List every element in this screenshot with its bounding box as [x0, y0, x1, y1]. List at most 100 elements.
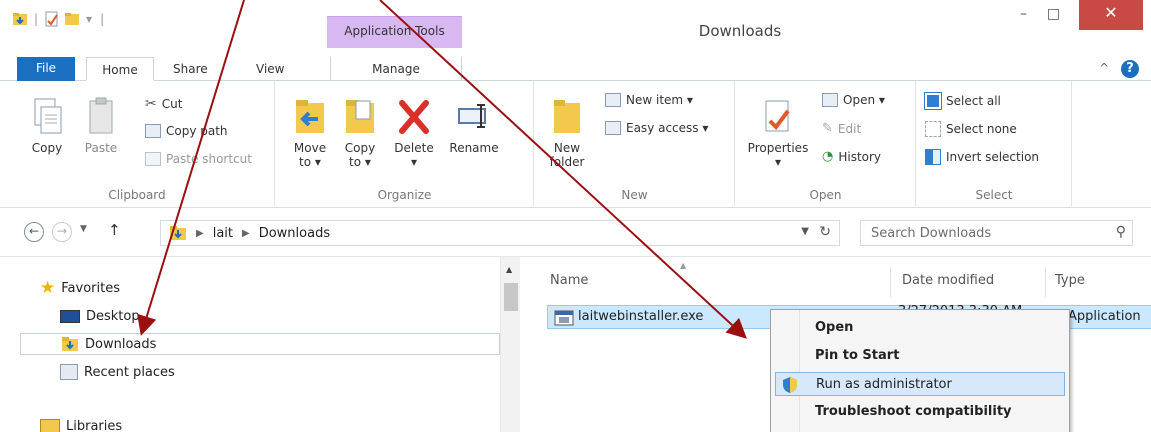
properties-icon[interactable]: [44, 11, 60, 27]
delete-label: Delete: [394, 141, 434, 155]
organize-group-label: Organize: [377, 188, 432, 202]
context-menu-item-run-as-administrator[interactable]: Run as administrator: [775, 372, 1065, 396]
copy-path-label: Copy path: [166, 124, 228, 138]
delete-dropdown-icon[interactable]: ▾: [411, 155, 417, 169]
select-group: Select all Select none Invert selection …: [917, 81, 1072, 206]
column-divider[interactable]: [890, 267, 891, 297]
rename-button[interactable]: Rename: [446, 97, 502, 155]
recent-locations-chevron-icon[interactable]: ▼: [80, 224, 87, 234]
new-folder-button[interactable]: New folder: [545, 97, 589, 169]
edit-button[interactable]: ✎ Edit: [822, 121, 861, 136]
column-header-name[interactable]: Name: [550, 273, 588, 288]
recent-places-icon: [60, 364, 78, 380]
nav-item-label: Favorites: [61, 280, 120, 296]
cut-button[interactable]: ✂ Cut: [145, 96, 182, 112]
nav-item-downloads[interactable]: Downloads: [20, 333, 500, 355]
star-icon: ★: [40, 278, 56, 298]
invert-selection-button[interactable]: Invert selection: [925, 149, 1039, 165]
context-menu-item-pin-to-start[interactable]: Pin to Start: [775, 344, 1065, 368]
move-to-folder-icon: [296, 100, 324, 133]
context-menu: Open Pin to Start Run as administrator T…: [770, 309, 1070, 432]
context-menu-item-open[interactable]: Open: [775, 316, 1065, 340]
tab-share[interactable]: Share: [173, 57, 208, 81]
downloads-folder-icon: [62, 337, 78, 351]
address-field[interactable]: ▶ lait ▶ Downloads ▼ ↻: [160, 220, 840, 246]
open-group-label: Open: [809, 188, 842, 202]
select-none-label: Select none: [946, 122, 1017, 136]
ribbon-help-area: ^ ?: [1099, 57, 1139, 81]
close-button[interactable]: ✕: [1079, 0, 1143, 30]
help-icon[interactable]: ?: [1121, 60, 1139, 78]
column-header-type[interactable]: Type: [1055, 273, 1085, 288]
qat-separator: |: [100, 12, 105, 26]
move-to-button[interactable]: Move to ▾: [288, 97, 332, 169]
qat-dropdown-icon[interactable]: ▾: [86, 12, 92, 26]
new-item-button[interactable]: New item ▾: [605, 93, 693, 107]
select-all-button[interactable]: Select all: [924, 92, 1001, 110]
file-type: Application: [1068, 309, 1141, 324]
installer-exe-icon: [554, 310, 574, 326]
column-divider[interactable]: [1045, 267, 1046, 297]
properties-label: Properties: [747, 141, 809, 155]
new-folder-icon[interactable]: [64, 11, 80, 27]
title-bar: | ▾ | Application Tools Downloads – □ ✕: [0, 0, 1151, 49]
nav-item-libraries[interactable]: Libraries: [40, 415, 520, 432]
maximize-button[interactable]: □: [1040, 0, 1067, 30]
nav-item-favorites[interactable]: ★ Favorites: [40, 277, 520, 299]
delete-button[interactable]: Delete ▾: [388, 97, 440, 169]
paste-shortcut-button[interactable]: Paste shortcut: [145, 152, 252, 166]
paste-label: Paste: [84, 141, 118, 155]
breadcrumb-separator-icon[interactable]: ▶: [196, 228, 204, 239]
nav-item-label: Recent places: [84, 364, 175, 380]
open-button[interactable]: Open ▾: [822, 93, 885, 107]
new-folder-label: New folder: [549, 141, 585, 169]
search-icon[interactable]: ⚲: [1116, 224, 1126, 240]
navpane-scrollbar[interactable]: ▲: [500, 257, 520, 432]
address-dropdown-icon[interactable]: ▼: [801, 226, 809, 237]
tab-view[interactable]: View: [256, 57, 284, 81]
paste-button[interactable]: Paste: [80, 97, 122, 155]
folder-icon[interactable]: [12, 11, 28, 27]
copy-to-button[interactable]: Copy to ▾: [340, 97, 380, 169]
minimize-button[interactable]: –: [1010, 0, 1037, 30]
quick-access-toolbar: | ▾ |: [12, 8, 106, 30]
address-bar-row: ← → ▼ ↑ ▶ lait ▶ Downloads ▼ ↻ Search Do…: [0, 208, 1151, 256]
paste-icon: [89, 97, 113, 134]
properties-dropdown-icon[interactable]: ▾: [775, 155, 781, 169]
copy-path-button[interactable]: Copy path: [145, 124, 228, 138]
select-all-icon: [924, 92, 942, 110]
search-placeholder: Search Downloads: [871, 226, 992, 241]
context-menu-item-troubleshoot-compatibility[interactable]: Troubleshoot compatibility: [775, 400, 1065, 424]
history-button[interactable]: ◔ History: [822, 149, 881, 164]
refresh-icon[interactable]: ↻: [819, 224, 831, 240]
new-folder-icon: [554, 100, 580, 133]
select-none-button[interactable]: Select none: [925, 121, 1017, 137]
breadcrumb-item-downloads[interactable]: Downloads: [259, 226, 330, 241]
cut-label: Cut: [161, 97, 183, 111]
move-to-label: Move to ▾: [293, 141, 327, 169]
search-input[interactable]: Search Downloads ⚲: [860, 220, 1133, 246]
history-icon: ◔: [822, 149, 834, 164]
collapse-ribbon-button[interactable]: ^: [1099, 61, 1109, 75]
up-arrow-icon[interactable]: ↑: [108, 221, 121, 239]
tab-home[interactable]: Home: [86, 57, 154, 81]
scroll-up-arrow-icon[interactable]: ▲: [506, 265, 512, 274]
nav-item-recent-places[interactable]: Recent places: [60, 361, 500, 383]
nav-item-desktop[interactable]: Desktop: [60, 305, 500, 327]
breadcrumb-item-lait[interactable]: lait: [213, 226, 233, 241]
breadcrumb-separator-icon[interactable]: ▶: [242, 228, 250, 239]
forward-arrow-icon[interactable]: →: [52, 222, 72, 242]
clipboard-group: Copy Paste ✂ Cut Copy path Paste shortcu…: [0, 81, 275, 206]
libraries-icon: [40, 419, 60, 432]
scroll-thumb[interactable]: [504, 283, 518, 311]
copy-button[interactable]: Copy: [26, 97, 68, 155]
properties-button[interactable]: Properties ▾: [740, 97, 816, 169]
column-header-date-modified[interactable]: Date modified: [902, 273, 994, 288]
back-arrow-icon[interactable]: ←: [24, 222, 44, 242]
explorer-window: | ▾ | Application Tools Downloads – □ ✕ …: [0, 0, 1151, 432]
tab-manage[interactable]: Manage: [330, 57, 462, 81]
copy-icon: [34, 98, 62, 134]
select-all-label: Select all: [946, 94, 1001, 108]
easy-access-button[interactable]: Easy access ▾: [605, 121, 708, 135]
tab-file[interactable]: File: [17, 57, 75, 81]
